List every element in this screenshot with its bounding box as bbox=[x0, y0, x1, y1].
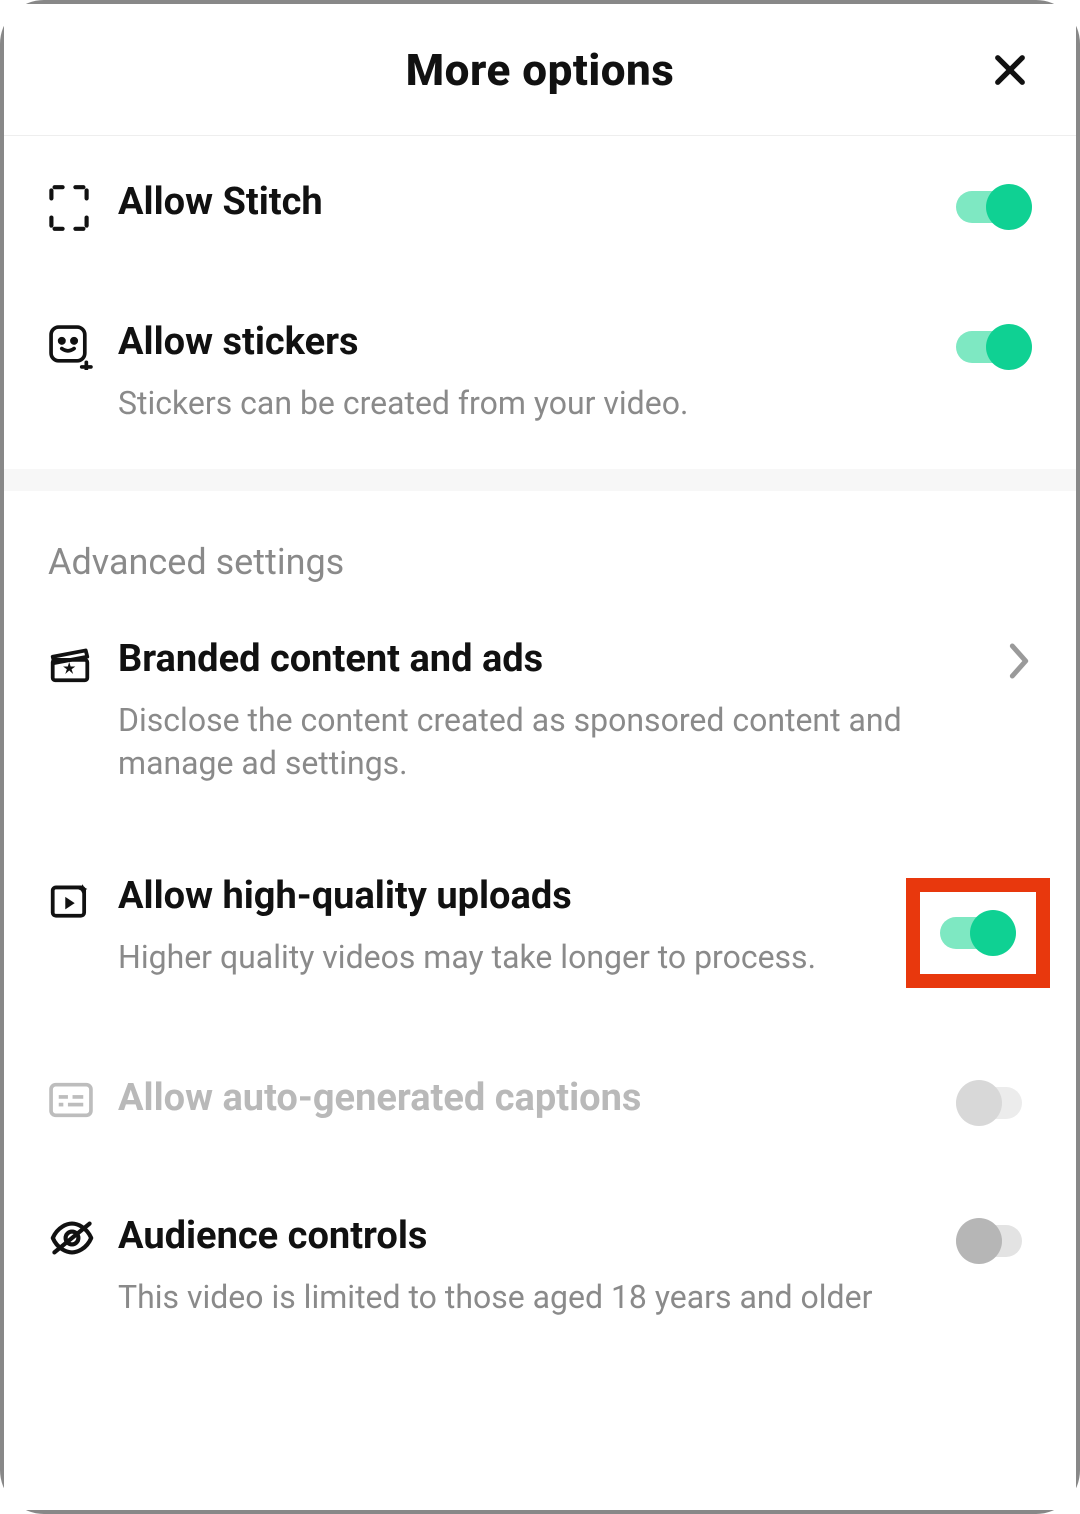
row-title: Audience controls bbox=[118, 1214, 936, 1258]
row-branded-content[interactable]: Branded content and ads Disclose the con… bbox=[4, 593, 1076, 829]
stitch-icon bbox=[48, 184, 90, 232]
row-audience-controls: Audience controls This video is limited … bbox=[4, 1170, 1076, 1363]
close-button[interactable] bbox=[984, 44, 1036, 96]
row-title: Allow high-quality uploads bbox=[118, 874, 886, 918]
clapperboard-icon bbox=[48, 641, 92, 685]
row-subtitle: Higher quality videos may take longer to… bbox=[118, 936, 886, 979]
section-header-advanced: Advanced settings bbox=[4, 491, 1076, 593]
toggle-hq-uploads[interactable] bbox=[940, 910, 1016, 956]
hq-upload-icon bbox=[48, 878, 92, 922]
toggle-auto-captions bbox=[956, 1080, 1032, 1126]
section-divider bbox=[4, 469, 1076, 491]
annotation-highlight bbox=[906, 878, 1050, 988]
toggle-audience-controls[interactable] bbox=[956, 1218, 1032, 1264]
more-options-sheet: More options Allow Stitch bbox=[4, 4, 1076, 1510]
sheet-title: More options bbox=[406, 44, 675, 96]
sticker-icon bbox=[48, 324, 94, 370]
row-allow-stickers: Allow stickers Stickers can be created f… bbox=[4, 276, 1076, 469]
row-subtitle: This video is limited to those aged 18 y… bbox=[118, 1276, 936, 1319]
close-icon bbox=[989, 49, 1031, 91]
toggle-allow-stitch[interactable] bbox=[956, 184, 1032, 230]
eye-off-icon bbox=[48, 1218, 96, 1258]
row-title: Branded content and ads bbox=[118, 637, 986, 681]
row-title: Allow Stitch bbox=[118, 180, 936, 224]
row-subtitle: Stickers can be created from your video. bbox=[118, 382, 936, 425]
row-hq-uploads: Allow high-quality uploads Higher qualit… bbox=[4, 830, 1076, 1032]
row-title: Allow auto-generated captions bbox=[118, 1076, 936, 1120]
captions-icon bbox=[48, 1080, 94, 1120]
sheet-header: More options bbox=[4, 4, 1076, 136]
row-title: Allow stickers bbox=[118, 320, 936, 364]
row-allow-stitch: Allow Stitch bbox=[4, 136, 1076, 276]
row-auto-captions: Allow auto-generated captions bbox=[4, 1032, 1076, 1170]
chevron-right-icon bbox=[1006, 641, 1032, 681]
toggle-allow-stickers[interactable] bbox=[956, 324, 1032, 370]
row-subtitle: Disclose the content created as sponsore… bbox=[118, 699, 986, 785]
